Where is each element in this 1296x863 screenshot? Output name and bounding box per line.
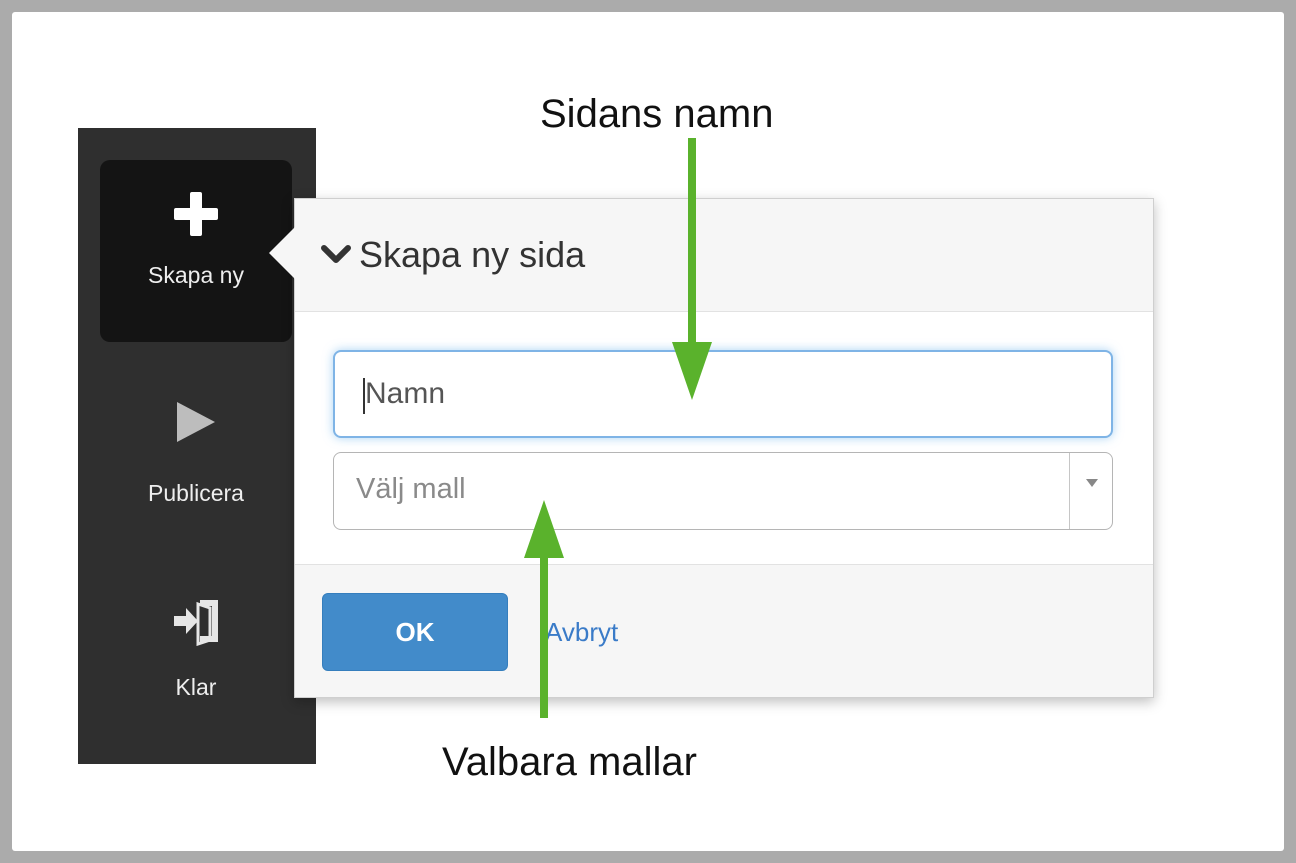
sidebar-item-klar[interactable]: Klar [100,566,292,736]
popover-header: Skapa ny sida [295,199,1153,312]
chevron-down-icon[interactable] [321,244,351,266]
template-select[interactable]: Välj mall [333,452,1113,530]
popover-title: Skapa ny sida [359,234,586,275]
template-select-placeholder: Välj mall [356,473,466,505]
sidebar-item-label: Klar [175,674,217,700]
annotation-templates: Valbara mallar [442,740,697,784]
sidebar-item-skapa-ny[interactable]: Skapa ny [100,160,292,342]
annotation-page-name: Sidans namn [540,92,774,136]
sidebar-item-publicera[interactable]: Publicera [100,366,292,526]
popover-body: Välj mall [295,312,1153,565]
ok-button[interactable]: OK [322,593,508,671]
cancel-link[interactable]: Avbryt [545,617,618,648]
text-caret [363,378,365,414]
plus-icon [174,192,218,236]
create-page-popover: Skapa ny sida Välj mall OK Avbryt [269,198,1154,698]
select-divider [1069,453,1070,529]
popover-footer: OK Avbryt [295,564,1153,697]
sidebar-item-label: Skapa ny [148,262,244,288]
dropdown-caret-icon[interactable] [1086,479,1098,487]
sidebar-item-label: Publicera [148,480,244,506]
sidebar: Skapa ny Publicera Klar [78,128,316,764]
popover-arrow [269,227,295,279]
play-icon [177,402,215,442]
page-name-input[interactable] [333,350,1113,438]
sign-in-icon [174,600,218,646]
